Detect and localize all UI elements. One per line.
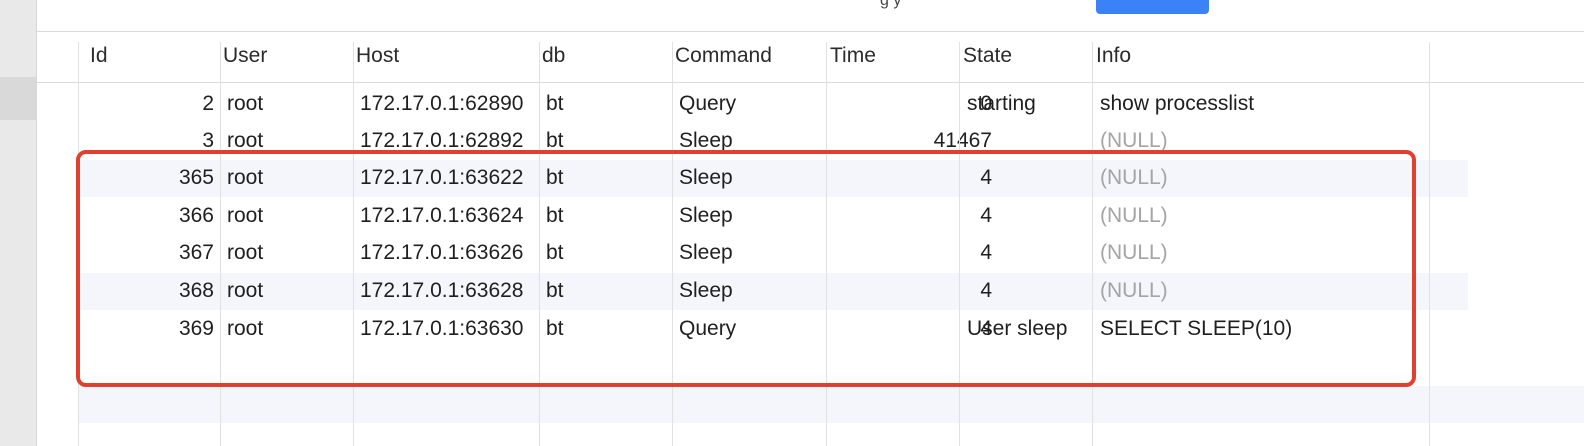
column-divider — [78, 42, 79, 446]
cell-command: Sleep — [679, 166, 733, 189]
cell-db: bt — [546, 204, 564, 227]
column-header-info[interactable]: Info — [1096, 44, 1131, 68]
cell-user: root — [227, 166, 264, 189]
cell-state: User sleep — [967, 317, 1068, 340]
cell-host: 172.17.0.1:63622 — [360, 166, 524, 189]
cell-id: 2 — [202, 92, 214, 115]
cell-user: root — [227, 129, 264, 152]
column-divider[interactable] — [826, 42, 827, 446]
empty-row — [78, 386, 1584, 423]
cell-host: 172.17.0.1:63624 — [360, 204, 524, 227]
cell-host: 172.17.0.1:63630 — [360, 317, 524, 340]
cell-id: 368 — [178, 279, 214, 302]
column-divider[interactable] — [672, 42, 673, 446]
cell-info: (NULL) — [1100, 129, 1168, 152]
table-row[interactable]: 3 root 172.17.0.1:62892 bt Sleep 41467 (… — [78, 123, 1468, 160]
cell-command: Query — [679, 317, 737, 340]
cell-user: root — [227, 317, 264, 340]
cell-time: 41467 — [933, 129, 992, 152]
cell-id: 369 — [178, 317, 214, 340]
cell-db: bt — [546, 317, 564, 340]
cell-db: bt — [546, 241, 564, 264]
column-header-id[interactable]: Id — [90, 44, 108, 68]
cell-command: Sleep — [679, 129, 733, 152]
cell-info: (NULL) — [1100, 204, 1168, 227]
cell-info: (NULL) — [1100, 166, 1168, 189]
column-header-command[interactable]: Command — [675, 44, 772, 68]
cell-command: Sleep — [679, 279, 733, 302]
cell-db: bt — [546, 92, 564, 115]
grid-header-row: Id User Host db Command Time State Info — [37, 32, 1584, 83]
column-header-state[interactable]: State — [963, 44, 1012, 68]
column-divider[interactable] — [1092, 42, 1093, 446]
cell-host: 172.17.0.1:63628 — [360, 279, 524, 302]
column-divider[interactable] — [539, 42, 540, 446]
toolbar-primary-button[interactable] — [1096, 0, 1209, 14]
column-divider[interactable] — [353, 42, 354, 446]
cell-user: root — [227, 279, 264, 302]
cell-host: 172.17.0.1:62890 — [360, 92, 524, 115]
column-divider[interactable] — [220, 42, 221, 446]
top-toolbar — [37, 0, 1584, 32]
toolbar-partial-label: g y — [880, 0, 902, 9]
cell-info: (NULL) — [1100, 241, 1168, 264]
cell-id: 3 — [202, 129, 214, 152]
cell-state: starting — [967, 92, 1036, 115]
cell-info: show processlist — [1100, 92, 1255, 115]
cell-id: 367 — [178, 241, 214, 264]
cell-id: 366 — [178, 204, 214, 227]
cell-info: (NULL) — [1100, 279, 1168, 302]
column-divider[interactable] — [959, 42, 960, 446]
cell-time: 4 — [980, 166, 992, 189]
mysql-client-window: g y Id User Host db Command Time State I… — [0, 0, 1584, 446]
cell-command: Query — [679, 92, 737, 115]
cell-user: root — [227, 92, 264, 115]
column-header-user[interactable]: User — [223, 44, 267, 68]
table-row[interactable]: 365 root 172.17.0.1:63622 bt Sleep 4 (NU… — [78, 160, 1468, 197]
left-sidebar-gutter — [0, 0, 37, 446]
cell-user: root — [227, 241, 264, 264]
cell-db: bt — [546, 166, 564, 189]
cell-time: 4 — [980, 241, 992, 264]
cell-user: root — [227, 204, 264, 227]
cell-id: 365 — [178, 166, 214, 189]
column-header-time[interactable]: Time — [830, 44, 876, 68]
column-divider[interactable] — [1429, 42, 1430, 446]
table-row[interactable]: 369 root 172.17.0.1:63630 bt Query 4 Use… — [78, 311, 1468, 348]
column-header-db[interactable]: db — [542, 44, 565, 68]
cell-info: SELECT SLEEP(10) — [1100, 317, 1293, 340]
column-header-host[interactable]: Host — [356, 44, 399, 68]
cell-db: bt — [546, 129, 564, 152]
table-row[interactable]: 368 root 172.17.0.1:63628 bt Sleep 4 (NU… — [78, 273, 1468, 310]
table-row[interactable]: 2 root 172.17.0.1:62890 bt Query 0 start… — [78, 86, 1468, 123]
cell-time: 4 — [980, 279, 992, 302]
cell-time: 4 — [980, 204, 992, 227]
cell-host: 172.17.0.1:63626 — [360, 241, 524, 264]
table-row[interactable]: 367 root 172.17.0.1:63626 bt Sleep 4 (NU… — [78, 235, 1468, 272]
processlist-grid: Id User Host db Command Time State Info … — [37, 32, 1584, 446]
cell-command: Sleep — [679, 241, 733, 264]
table-row[interactable]: 366 root 172.17.0.1:63624 bt Sleep 4 (NU… — [78, 198, 1468, 235]
cell-host: 172.17.0.1:62892 — [360, 129, 524, 152]
cell-command: Sleep — [679, 204, 733, 227]
cell-db: bt — [546, 279, 564, 302]
sidebar-selected-item[interactable] — [0, 77, 36, 120]
